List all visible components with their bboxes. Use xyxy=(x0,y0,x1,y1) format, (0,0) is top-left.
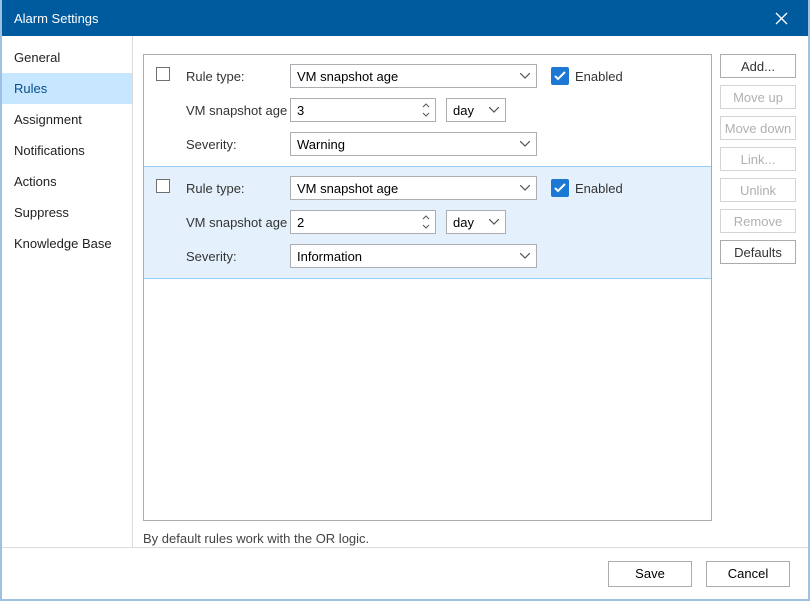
age-label: VM snapshot age xyxy=(186,103,290,118)
link-button[interactable]: Link... xyxy=(720,147,796,171)
age-value: 2 xyxy=(297,215,304,230)
sidebar-item-actions[interactable]: Actions xyxy=(2,166,132,197)
cancel-button[interactable]: Cancel xyxy=(706,561,790,587)
remove-button[interactable]: Remove xyxy=(720,209,796,233)
spinner-down-icon[interactable] xyxy=(421,110,431,119)
severity-label: Severity: xyxy=(186,137,290,152)
chevron-down-icon xyxy=(520,185,530,191)
close-icon xyxy=(775,12,788,25)
enabled-checkbox[interactable] xyxy=(551,67,569,85)
close-button[interactable] xyxy=(764,0,798,36)
sidebar-item-notifications[interactable]: Notifications xyxy=(2,135,132,166)
spinner-up-icon[interactable] xyxy=(421,213,431,222)
chevron-down-icon xyxy=(520,73,530,79)
title-bar: Alarm Settings xyxy=(2,0,808,36)
age-unit-select[interactable]: day xyxy=(446,210,506,234)
rules-hint: By default rules work with the OR logic. xyxy=(143,531,369,546)
rule-type-value: VM snapshot age xyxy=(297,181,398,196)
age-value-input[interactable]: 3 xyxy=(290,98,436,122)
severity-value: Information xyxy=(297,249,362,264)
enabled-label: Enabled xyxy=(575,181,623,196)
sidebar-item-assignment[interactable]: Assignment xyxy=(2,104,132,135)
sidebar-item-suppress[interactable]: Suppress xyxy=(2,197,132,228)
rule-type-value: VM snapshot age xyxy=(297,69,398,84)
move-up-button[interactable]: Move up xyxy=(720,85,796,109)
unlink-button[interactable]: Unlink xyxy=(720,178,796,202)
rule-row[interactable]: Rule type: VM snapshot age Enabled xyxy=(144,55,711,167)
severity-label: Severity: xyxy=(186,249,290,264)
rule-type-select[interactable]: VM snapshot age xyxy=(290,64,537,88)
rule-select-checkbox[interactable] xyxy=(156,179,170,193)
save-button[interactable]: Save xyxy=(608,561,692,587)
chevron-down-icon xyxy=(520,141,530,147)
rule-type-label: Rule type: xyxy=(186,69,290,84)
sidebar: General Rules Assignment Notifications A… xyxy=(2,36,133,547)
add-button[interactable]: Add... xyxy=(720,54,796,78)
age-value: 3 xyxy=(297,103,304,118)
rules-list: Rule type: VM snapshot age Enabled xyxy=(143,54,712,521)
sidebar-item-rules[interactable]: Rules xyxy=(2,73,132,104)
age-unit-select[interactable]: day xyxy=(446,98,506,122)
age-value-input[interactable]: 2 xyxy=(290,210,436,234)
age-unit-value: day xyxy=(453,103,474,118)
sidebar-item-general[interactable]: General xyxy=(2,42,132,73)
rule-type-label: Rule type: xyxy=(186,181,290,196)
chevron-down-icon xyxy=(520,253,530,259)
enabled-label: Enabled xyxy=(575,69,623,84)
severity-select[interactable]: Warning xyxy=(290,132,537,156)
chevron-down-icon xyxy=(489,107,499,113)
age-unit-value: day xyxy=(453,215,474,230)
spinner-up-icon[interactable] xyxy=(421,101,431,110)
rule-type-select[interactable]: VM snapshot age xyxy=(290,176,537,200)
severity-select[interactable]: Information xyxy=(290,244,537,268)
spinner-down-icon[interactable] xyxy=(421,222,431,231)
window-title: Alarm Settings xyxy=(14,11,99,26)
rule-row[interactable]: Rule type: VM snapshot age Enabled xyxy=(143,166,712,279)
sidebar-item-knowledge-base[interactable]: Knowledge Base xyxy=(2,228,132,259)
rule-select-checkbox[interactable] xyxy=(156,67,170,81)
check-icon xyxy=(554,71,566,81)
move-down-button[interactable]: Move down xyxy=(720,116,796,140)
severity-value: Warning xyxy=(297,137,345,152)
defaults-button[interactable]: Defaults xyxy=(720,240,796,264)
age-label: VM snapshot age xyxy=(186,215,290,230)
chevron-down-icon xyxy=(489,219,499,225)
check-icon xyxy=(554,183,566,193)
enabled-checkbox[interactable] xyxy=(551,179,569,197)
